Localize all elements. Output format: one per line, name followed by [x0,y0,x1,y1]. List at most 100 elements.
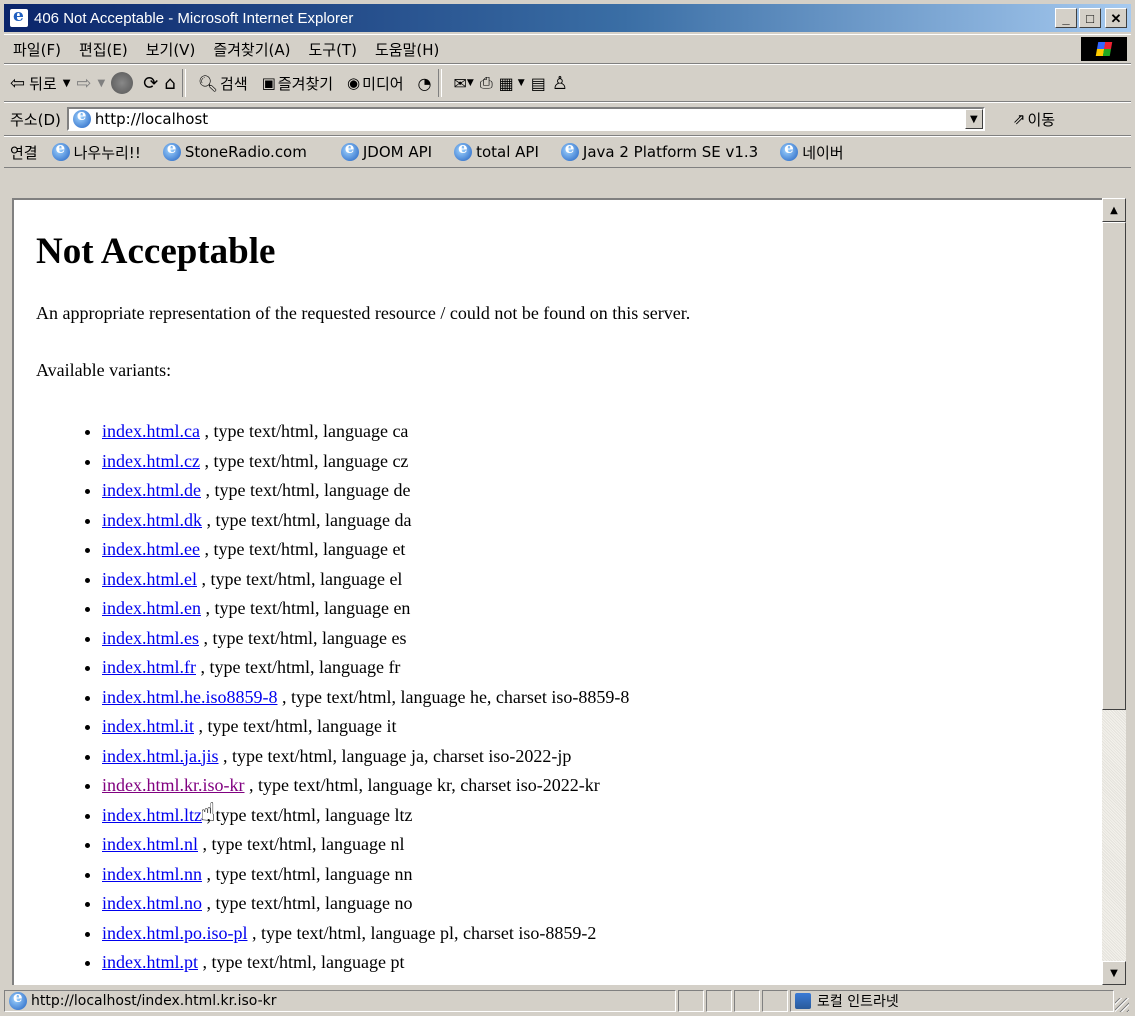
mail-button[interactable]: ✉ ▼ [454,74,474,93]
link-item[interactable]: JDOM API [337,139,432,161]
print-button[interactable]: ⎙ [480,73,493,93]
search-button[interactable]: 🔍︎ 검색 [198,73,248,94]
address-value[interactable]: http://localhost [95,110,208,128]
ie-page-icon [51,139,70,161]
maximize-button[interactable]: □ [1079,8,1101,28]
status-url-cell: http://localhost/index.html.kr.iso-kr [4,988,676,1012]
link-label: 나우누리!! [73,143,141,162]
media-button[interactable]: ◉ 미디어 [347,73,404,94]
variant-link[interactable]: index.html.dk [102,510,202,530]
favorites-button[interactable]: ▣ 즐겨찾기 [262,73,333,94]
variant-link[interactable]: index.html.kr.iso-kr [102,775,245,795]
discuss-button[interactable]: ▤ [531,74,546,93]
chevron-down-icon[interactable]: ▼ [98,78,106,89]
vertical-scrollbar[interactable]: ▲ ▼ [1102,198,1126,985]
resize-grip[interactable] [1115,998,1129,1012]
list-item: index.html.it , type text/html, language… [102,712,690,742]
list-item: index.html.el , type text/html, language… [102,565,690,595]
discuss-icon: ▤ [530,73,546,93]
variant-link[interactable]: index.html.cz [102,451,200,471]
chevron-down-icon[interactable]: ▼ [63,78,71,89]
messenger-button[interactable]: ♙ [552,73,568,94]
history-button[interactable]: ◔ [418,74,432,93]
variant-link[interactable]: index.html.de [102,480,201,500]
variant-link[interactable]: index.html.ca [102,421,200,441]
link-item[interactable]: 네이버 [776,139,844,163]
variant-link[interactable]: index.html.ja.jis [102,746,219,766]
page-title: Not Acceptable [36,231,276,272]
menu-favorites[interactable]: 즐겨찾기(A) [204,39,299,60]
status-cell [762,990,788,1012]
forward-button[interactable]: ⇨ ▼ [76,73,105,94]
go-button[interactable]: ⇗ 이동 [1013,109,1055,130]
variant-description: , type text/html, language ja, charset i… [218,745,572,766]
address-label: 주소(D) [10,110,61,129]
messenger-icon: ♙ [551,72,568,94]
variant-description: , type text/html, language de [200,480,411,500]
go-arrow-icon: ⇗ [1012,110,1026,128]
variant-link[interactable]: index.html.it [102,716,194,736]
scroll-up-button[interactable]: ▲ [1102,198,1126,222]
variant-link[interactable]: index.html.pt [102,952,198,972]
menu-bar: 파일(F) 편집(E) 보기(V) 즐겨찾기(A) 도구(T) 도움말(H) [4,34,1131,64]
home-button[interactable]: ⌂ [164,73,175,94]
edit-button[interactable]: ▦ ▼ [499,74,525,93]
status-cell [706,990,732,1012]
address-input[interactable]: http://localhost ▼ [66,106,985,131]
page-content-area[interactable]: Not Acceptable An appropriate representa… [12,198,1102,985]
variant-link[interactable]: index.html.el [102,569,197,589]
variants-list: index.html.ca , type text/html, language… [36,417,690,978]
variant-link[interactable]: index.html.he.iso8859-8 [102,687,277,707]
variant-link[interactable]: index.html.ee [102,539,200,559]
variant-link[interactable]: index.html.es [102,628,199,648]
link-item[interactable]: total API [450,139,539,161]
link-item[interactable]: Java 2 Platform SE v1.3 [557,139,758,161]
chevron-down-icon[interactable]: ▼ [467,78,474,88]
ie-page-icon [9,988,27,1010]
back-button[interactable]: ⇦ 뒤로 ▼ [10,73,70,94]
chevron-down-icon[interactable]: ▼ [518,78,525,88]
variant-description: , type text/html, language it [194,716,397,736]
scroll-down-button[interactable]: ▼ [1102,961,1126,985]
variant-description: , type text/html, language nn [202,863,413,884]
hand-cursor-icon: ☝ [200,798,216,828]
variant-link[interactable]: index.html.po.iso-pl [102,923,248,943]
variant-link[interactable]: index.html.nl [102,834,198,854]
list-item: index.html.no , type text/html, language… [102,889,690,919]
variant-description: , type text/html, language pt [198,952,405,972]
variant-link[interactable]: index.html.ltz [102,805,202,825]
ie-app-icon[interactable] [10,6,28,27]
variant-link[interactable]: index.html.fr [102,657,196,677]
list-item: index.html.ca , type text/html, language… [102,417,690,447]
scroll-thumb[interactable] [1102,222,1126,710]
variant-link[interactable]: index.html.nn [102,864,202,884]
edit-icon: ▦ [498,73,514,93]
variant-link[interactable]: index.html.en [102,598,201,618]
media-label: 미디어 [362,74,404,93]
variant-link[interactable]: index.html.no [102,893,202,913]
list-item: index.html.ltz , type text/html, languag… [102,801,690,831]
web-page: Not Acceptable An appropriate representa… [36,200,690,978]
menu-edit[interactable]: 편집(E) [70,39,137,60]
stop-button[interactable] [111,72,137,94]
back-label: 뒤로 [29,74,57,93]
variant-description: , type text/html, language nl [198,834,405,854]
address-dropdown-button[interactable]: ▼ [964,109,983,129]
menu-view[interactable]: 보기(V) [137,39,205,60]
status-zone: 로컬 인트라넷 [817,994,899,1010]
list-item: index.html.en , type text/html, language… [102,594,690,624]
links-label: 연결 [10,143,38,162]
close-button[interactable]: ✕ [1105,8,1127,28]
list-item: index.html.cz , type text/html, language… [102,447,690,477]
link-item[interactable]: StoneRadio.com [159,139,307,161]
browser-window: 406 Not Acceptable - Microsoft Internet … [0,0,1135,1016]
title-bar[interactable]: 406 Not Acceptable - Microsoft Internet … [4,4,1131,32]
menu-tools[interactable]: 도구(T) [299,39,365,60]
minimize-button[interactable]: _ [1055,8,1077,28]
refresh-button[interactable]: ⟳ [143,73,158,94]
error-message: An appropriate representation of the req… [36,303,691,323]
menu-file[interactable]: 파일(F) [4,39,70,60]
link-item[interactable]: 나우누리!! [48,139,141,163]
menu-help[interactable]: 도움말(H) [366,39,448,60]
list-item: index.html.kr.iso-kr , type text/html, l… [102,771,690,801]
